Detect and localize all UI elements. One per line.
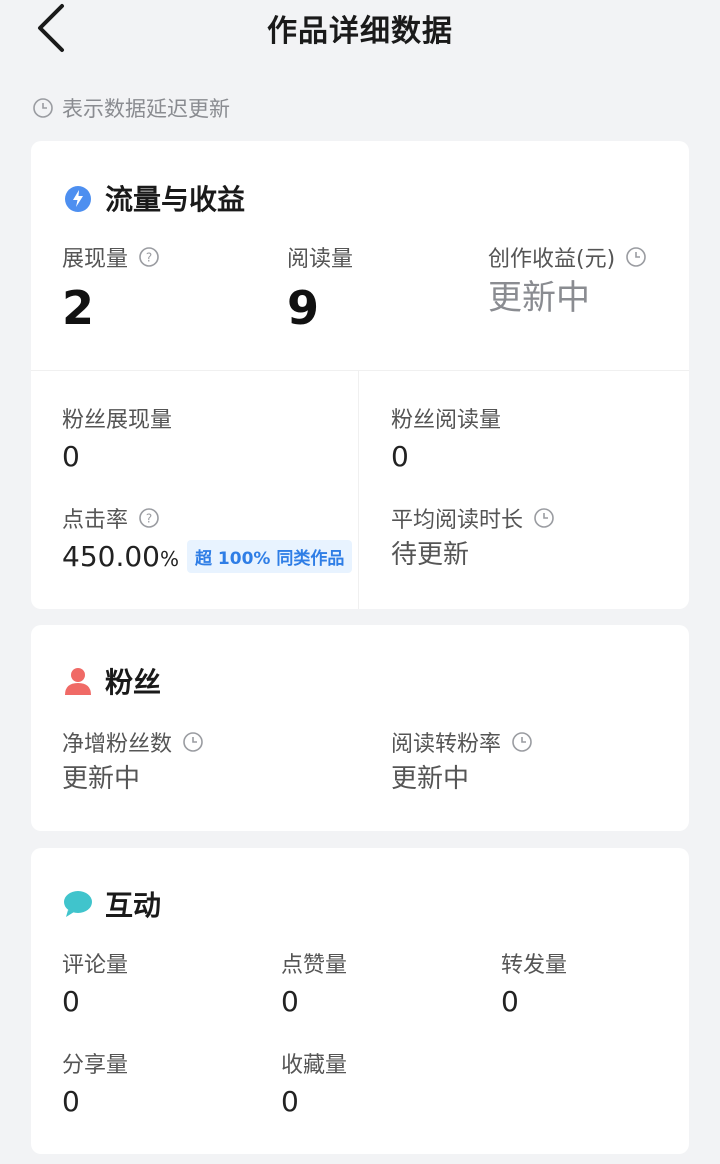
favorites-value: 0 [281,1085,299,1118]
traffic-section-title: 流量与收益 [63,178,245,218]
svg-text:?: ? [146,512,152,526]
fan-impressions-metric[interactable]: 粉丝展现量 0 [62,402,172,474]
lightning-drop-icon [63,183,93,213]
avg-read-time-metric[interactable]: 平均阅读时长 待更新 [391,502,555,571]
question-circle-icon[interactable]: ? [138,246,160,268]
reposts-value: 0 [501,985,519,1018]
clock-icon [533,507,555,529]
earnings-value: 更新中 [488,278,590,318]
ctr-metric[interactable]: 点击率 ? 450.00% 超 100% 同类作品 [62,502,353,573]
traffic-title: 流量与收益 [105,183,246,216]
clock-icon [625,246,647,268]
top-bar: 作品详细数据 [0,0,720,56]
delay-legend: 表示数据延迟更新 [32,94,230,122]
reads-label: 阅读量 [287,247,354,272]
fan-reads-metric[interactable]: 粉丝阅读量 0 [391,402,501,474]
fans-section-title: 粉丝 [63,661,161,701]
interaction-title: 互动 [105,889,162,922]
interaction-card: 互动 评论量 0 点赞量 0 转发量 0 分享量 0 收藏量 0 [31,848,689,1154]
clock-icon [182,731,204,753]
clock-icon [511,731,533,753]
read-to-fan-value: 更新中 [391,764,470,794]
svg-text:?: ? [146,251,152,265]
net-new-fans-label: 净增粉丝数 [62,732,173,757]
fan-reads-label: 粉丝阅读量 [391,408,502,433]
interaction-section-title: 互动 [63,884,161,924]
likes-value: 0 [281,985,299,1018]
earnings-label: 创作收益(元) [488,247,616,272]
fan-reads-value: 0 [391,440,409,473]
favorites-label: 收藏量 [281,1053,348,1078]
fan-impressions-value: 0 [62,440,80,473]
traffic-card: 流量与收益 展现量 ? 2 阅读量 9 创作收益(元) 更新中 粉丝展现量 0 … [31,141,689,609]
impressions-label: 展现量 [62,247,129,272]
comments-value: 0 [62,985,80,1018]
chat-bubble-icon [63,889,93,919]
shares-value: 0 [62,1085,80,1118]
likes-label: 点赞量 [281,953,348,978]
reposts-label: 转发量 [501,953,568,978]
fans-card: 粉丝 净增粉丝数 更新中 阅读转粉率 更新中 [31,625,689,831]
ctr-value: 450.00% [62,540,179,573]
impressions-metric[interactable]: 展现量 ? 2 [62,241,160,331]
reposts-metric[interactable]: 转发量 0 [501,947,567,1019]
fans-title: 粉丝 [105,666,162,699]
shares-metric[interactable]: 分享量 0 [62,1047,128,1119]
net-new-fans-value: 更新中 [62,764,141,794]
comments-label: 评论量 [62,953,129,978]
clock-icon [32,97,54,119]
earnings-metric[interactable]: 创作收益(元) 更新中 [488,241,647,315]
delay-legend-text: 表示数据延迟更新 [62,97,230,121]
likes-metric[interactable]: 点赞量 0 [281,947,347,1019]
reads-value: 9 [287,281,320,335]
avg-read-time-value: 待更新 [391,540,470,570]
read-to-fan-label: 阅读转粉率 [391,732,502,757]
shares-label: 分享量 [62,1053,129,1078]
net-new-fans-metric[interactable]: 净增粉丝数 更新中 [62,726,204,795]
question-circle-icon[interactable]: ? [138,507,160,529]
person-icon [63,666,93,696]
divider [31,370,689,371]
ctr-compare-badge: 超 100% 同类作品 [187,540,353,573]
read-to-fan-metric[interactable]: 阅读转粉率 更新中 [391,726,533,795]
comments-metric[interactable]: 评论量 0 [62,947,128,1019]
favorites-metric[interactable]: 收藏量 0 [281,1047,347,1119]
avg-read-time-label: 平均阅读时长 [391,508,524,533]
impressions-value: 2 [62,281,95,335]
ctr-label: 点击率 [62,508,129,533]
ctr-unit: % [159,547,179,571]
fan-impressions-label: 粉丝展现量 [62,408,173,433]
ctr-number: 450.00 [62,540,160,573]
reads-metric[interactable]: 阅读量 9 [287,241,353,331]
divider [358,370,359,609]
page-title: 作品详细数据 [267,14,453,49]
